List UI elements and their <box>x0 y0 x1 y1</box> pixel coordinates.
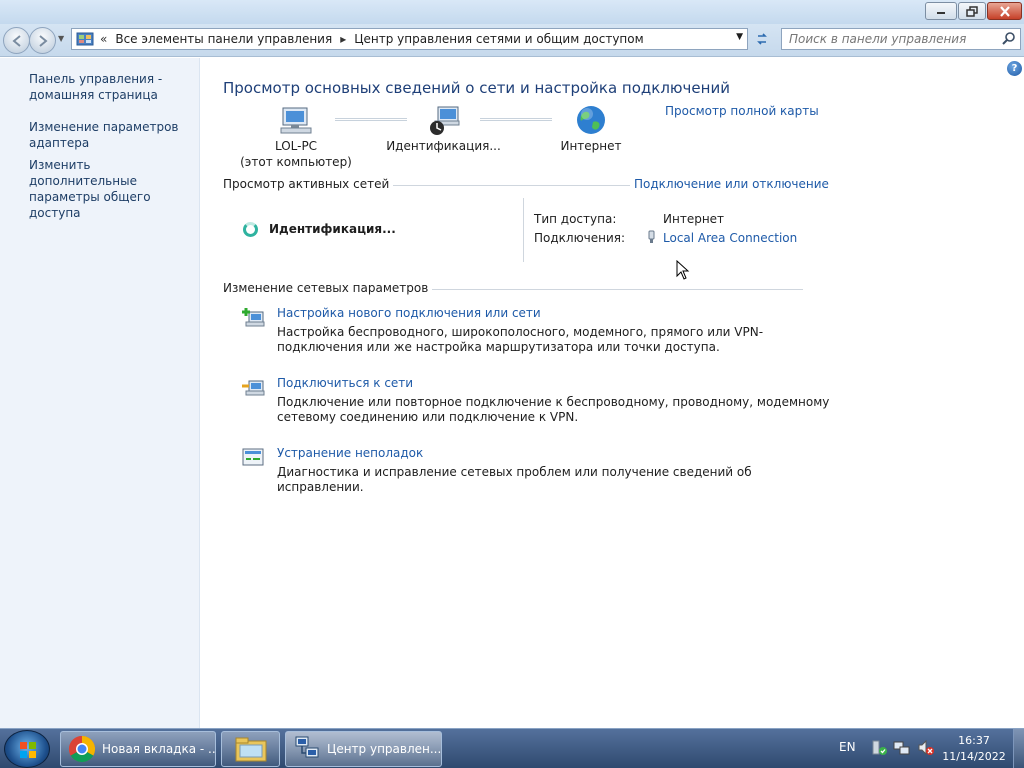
access-type-label: Тип доступа: <box>534 212 617 226</box>
access-type-value: Интернет <box>663 212 725 226</box>
change-settings-heading: Изменение сетевых параметров <box>223 281 433 295</box>
back-arrow-icon <box>11 34 21 47</box>
start-button[interactable] <box>4 730 50 768</box>
recent-pages-dropdown[interactable]: ▼ <box>58 34 64 43</box>
troubleshoot-description: Диагностика и исправление сетевых пробле… <box>277 465 752 494</box>
network-center-window: ▼ « Все элементы панели управления ▸ Цен… <box>0 0 1024 728</box>
map-node-computer-sublabel: (этот компьютер) <box>240 155 352 169</box>
breadcrumb-chevron-icon[interactable]: ▸ <box>340 32 346 46</box>
taskbar-chrome-button[interactable]: Новая вкладка - ... <box>60 731 216 767</box>
local-area-connection-link[interactable]: Local Area Connection <box>663 231 797 245</box>
forward-arrow-icon <box>38 34 48 47</box>
close-icon <box>999 5 1010 17</box>
active-networks-heading: Просмотр активных сетей <box>223 177 394 191</box>
address-dropdown-icon[interactable]: ▼ <box>736 32 743 42</box>
show-desktop-button[interactable] <box>1013 729 1024 768</box>
taskbar-chrome-label: Новая вкладка - ... <box>102 742 216 756</box>
sidebar-item-adapter-settings[interactable]: Изменение параметров адаптера <box>29 119 194 151</box>
network-name: Идентификация... <box>269 222 396 236</box>
network-divider <box>523 198 524 262</box>
minimize-button[interactable] <box>925 2 957 20</box>
breadcrumb-network-center[interactable]: Центр управления сетями и общим доступом <box>354 32 643 46</box>
clock-date: 11/14/2022 <box>942 750 1006 763</box>
clock[interactable]: 16:37 11/14/2022 <box>942 733 1006 765</box>
restore-button[interactable] <box>958 2 986 20</box>
address-bar[interactable]: « Все элементы панели управления ▸ Центр… <box>71 28 748 50</box>
ethernet-connection-icon <box>648 230 655 243</box>
globe-icon <box>577 106 605 134</box>
minimize-icon <box>937 12 945 14</box>
taskbar-network-center-label: Центр управлен... <box>327 742 442 756</box>
volume-muted-icon[interactable] <box>917 739 935 757</box>
search-input[interactable] <box>782 29 992 49</box>
connect-network-icon <box>242 380 265 396</box>
page-title: Просмотр основных сведений о сети и наст… <box>223 79 730 97</box>
search-box[interactable] <box>781 28 1021 50</box>
map-node-computer-name: LOL-PC <box>274 139 318 153</box>
clock-time: 16:37 <box>958 734 990 747</box>
main-content: ? Просмотр основных сведений о сети и на… <box>201 58 1024 728</box>
connect-disconnect-link[interactable]: Подключение или отключение <box>630 177 829 191</box>
mouse-cursor-icon <box>676 260 690 280</box>
connect-network-description: Подключение или повторное подключение к … <box>277 395 830 424</box>
language-indicator[interactable]: EN <box>839 740 856 754</box>
sidebar-item-sharing-settings[interactable]: Изменить дополнительные параметры общего… <box>29 157 194 221</box>
taskbar-network-center-button[interactable]: Центр управлен... <box>285 731 442 767</box>
troubleshoot-icon <box>242 448 264 466</box>
network-tray-icon[interactable] <box>893 739 911 757</box>
folder-icon <box>235 737 266 762</box>
search-icon[interactable] <box>1002 31 1016 45</box>
close-button[interactable] <box>987 2 1022 20</box>
breadcrumb-all-items[interactable]: Все элементы панели управления <box>115 32 332 46</box>
map-node-network[interactable]: Идентификация... <box>381 104 506 154</box>
map-node-internet-label: Интернет <box>560 139 622 153</box>
title-bar <box>0 0 1024 24</box>
computer-icon <box>280 107 312 134</box>
taskbar: Новая вкладка - ... Центр управлен... EN <box>0 728 1024 768</box>
windows-logo-icon <box>20 742 36 758</box>
taskbar-explorer-button[interactable] <box>221 731 280 767</box>
spinner-icon <box>243 222 258 237</box>
navigation-bar: ▼ « Все элементы панели управления ▸ Цен… <box>0 24 1024 57</box>
refresh-icon <box>757 33 767 45</box>
control-panel-icon <box>76 32 94 46</box>
refresh-button[interactable] <box>751 28 773 50</box>
connections-label: Подключения: <box>534 231 626 245</box>
full-map-link[interactable]: Просмотр полной карты <box>665 104 819 118</box>
network-center-icon <box>295 736 319 758</box>
chrome-icon <box>68 735 96 763</box>
sidebar: Панель управления - домашняя страница Из… <box>0 58 200 728</box>
new-connection-link[interactable]: Настройка нового подключения или сети <box>277 306 541 320</box>
action-center-icon[interactable] <box>870 739 888 757</box>
forward-button[interactable] <box>29 27 56 54</box>
map-node-internet[interactable]: Интернет <box>556 104 626 154</box>
back-button[interactable] <box>3 27 30 54</box>
help-icon[interactable]: ? <box>1007 61 1022 76</box>
sidebar-item-control-panel-home[interactable]: Панель управления - домашняя страница <box>29 71 194 103</box>
restore-icon <box>966 5 978 17</box>
new-connection-description: Настройка беспроводного, широкополосного… <box>277 325 764 354</box>
new-connection-icon <box>242 308 265 327</box>
map-node-computer[interactable]: LOL-PC (этот компьютер) <box>231 104 361 170</box>
map-connector-line <box>480 118 552 121</box>
connect-network-link[interactable]: Подключиться к сети <box>277 376 413 390</box>
unidentified-network-icon <box>429 106 459 135</box>
map-node-network-label: Идентификация... <box>386 139 501 153</box>
troubleshoot-link[interactable]: Устранение неполадок <box>277 446 423 460</box>
breadcrumb-overflow-icon[interactable]: « <box>100 32 107 46</box>
